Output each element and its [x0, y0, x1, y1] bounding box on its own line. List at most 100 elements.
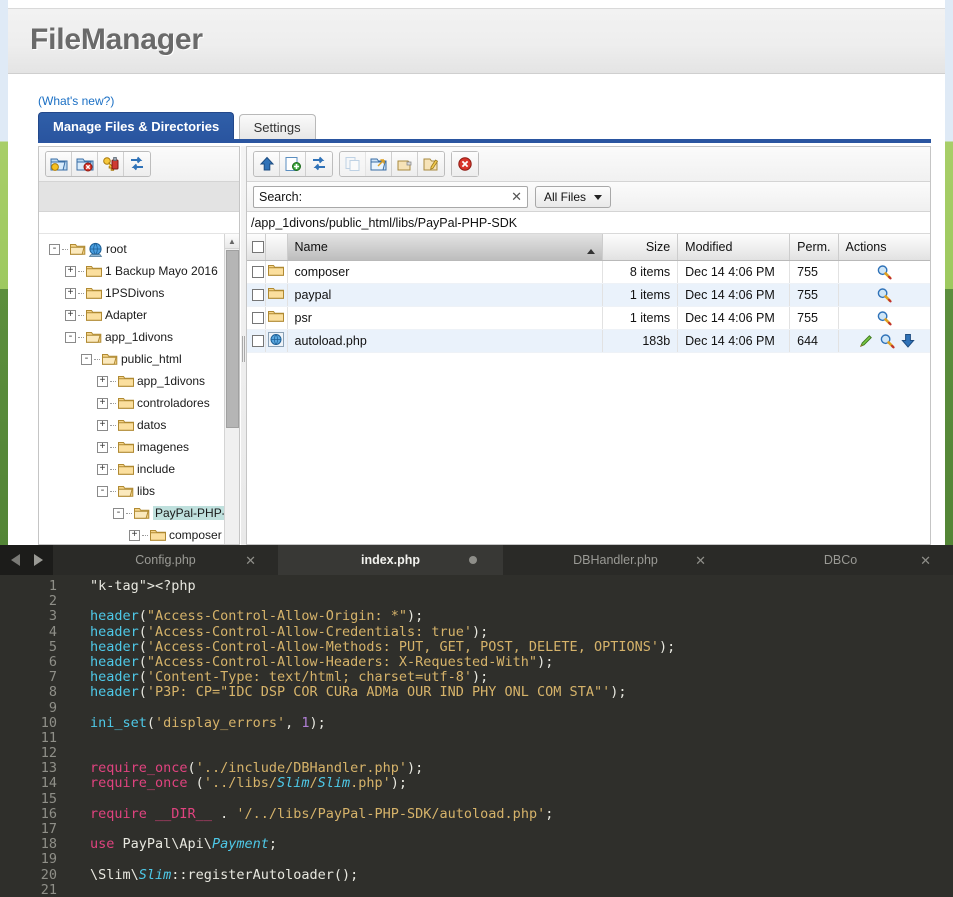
- table-row[interactable]: composer 8 items Dec 14 4:06 PM 755: [247, 260, 930, 284]
- row-permissions[interactable]: 755: [789, 283, 839, 307]
- move-button[interactable]: [366, 152, 392, 176]
- row-name[interactable]: composer: [287, 260, 604, 284]
- permissions-button[interactable]: [98, 152, 124, 176]
- edit-file-button[interactable]: [418, 152, 444, 176]
- panel-splitter-grip[interactable]: [242, 336, 245, 362]
- tree-node-app-1divons[interactable]: + app_1divons: [43, 370, 239, 392]
- row-select-cell[interactable]: [247, 306, 266, 330]
- row-permissions[interactable]: 755: [789, 260, 839, 284]
- row-permissions[interactable]: 644: [789, 329, 839, 353]
- tab-settings[interactable]: Settings: [238, 114, 316, 140]
- tree-node-paypal-php-s[interactable]: - PayPal-PHP-S: [43, 502, 239, 524]
- tree-expand-icon[interactable]: +: [65, 309, 76, 321]
- delete-folder-button[interactable]: [72, 152, 98, 176]
- search-input[interactable]: [306, 186, 507, 207]
- editor-tab-config-php[interactable]: Config.php ✕: [53, 545, 278, 575]
- view-icon[interactable]: [876, 310, 892, 326]
- whats-new-link[interactable]: (What's new?): [38, 94, 114, 108]
- file-filter-dropdown[interactable]: All Files: [535, 185, 612, 208]
- tree-collapse-icon[interactable]: -: [97, 485, 108, 497]
- tree-node-controladores[interactable]: + controladores: [43, 392, 239, 414]
- refresh-icon: [131, 156, 143, 171]
- tree-node-composer[interactable]: + composer: [43, 524, 239, 544]
- filemanager-page: FileManager (What's new?) Manage Files &…: [8, 0, 945, 545]
- row-checkbox[interactable]: [252, 335, 264, 348]
- line-number: 11: [40, 729, 57, 746]
- copy-button[interactable]: [340, 152, 366, 176]
- tab-manage-files[interactable]: Manage Files & Directories: [38, 112, 235, 140]
- tree-node-1psdivons[interactable]: +1PSDivons: [43, 282, 239, 304]
- view-icon[interactable]: [876, 264, 892, 280]
- tree-node-include[interactable]: + include: [43, 458, 239, 480]
- tree-connector: [110, 424, 116, 426]
- tree-scroll-thumb[interactable]: [226, 250, 239, 428]
- download-icon[interactable]: [900, 333, 916, 349]
- new-file-button[interactable]: [280, 152, 306, 176]
- tree-refresh-button[interactable]: [124, 152, 150, 176]
- tree-collapse-icon[interactable]: -: [49, 243, 60, 255]
- delete-folder-icon: [76, 158, 93, 172]
- close-icon[interactable]: ✕: [920, 553, 931, 569]
- rename-button[interactable]: [392, 152, 418, 176]
- tree-collapse-icon[interactable]: -: [65, 331, 76, 343]
- table-row[interactable]: autoload.php 183b Dec 14 4:06 PM 644: [247, 329, 930, 353]
- tree-expand-icon[interactable]: +: [97, 441, 108, 453]
- row-checkbox[interactable]: [252, 312, 264, 325]
- tree-node-datos[interactable]: + datos: [43, 414, 239, 436]
- file-refresh-button[interactable]: [306, 152, 332, 176]
- code-area[interactable]: 1 2 3 4 5 6 7 8 9 10 11 12 13 14 15 16 17 18 19 20 21 "k-tag…: [0, 575, 953, 897]
- tree-expand-icon[interactable]: +: [65, 287, 76, 299]
- row-name[interactable]: psr: [287, 306, 604, 330]
- forward-arrow-icon[interactable]: [33, 554, 43, 566]
- back-arrow-icon[interactable]: [10, 554, 20, 566]
- row-checkbox[interactable]: [252, 266, 264, 279]
- close-icon[interactable]: ✕: [245, 553, 256, 569]
- tree-node-adapter[interactable]: + Adapter: [43, 304, 239, 326]
- tree-collapse-icon[interactable]: -: [113, 507, 124, 519]
- tree-expand-icon[interactable]: +: [97, 397, 108, 409]
- tree-node-imagenes[interactable]: + imagenes: [43, 436, 239, 458]
- column-header-size[interactable]: Size: [602, 234, 679, 261]
- edit-icon[interactable]: [858, 333, 874, 349]
- tree-expand-icon[interactable]: +: [97, 463, 108, 475]
- column-header-modified[interactable]: Modified: [677, 234, 791, 261]
- new-folder-button[interactable]: [46, 152, 72, 176]
- tree-expand-icon[interactable]: +: [65, 265, 76, 277]
- select-all-checkbox[interactable]: [252, 241, 264, 254]
- tree-node-root[interactable]: - root: [43, 238, 239, 260]
- search-clear-icon[interactable]: ✕: [506, 189, 527, 205]
- editor-tab-dbhandler-php[interactable]: DBHandler.php ✕: [503, 545, 728, 575]
- view-icon[interactable]: [879, 333, 895, 349]
- row-checkbox[interactable]: [252, 289, 264, 302]
- tree-expand-icon[interactable]: +: [129, 529, 140, 541]
- tree-node-app-1divons[interactable]: - app_1divons: [43, 326, 239, 348]
- close-icon[interactable]: ✕: [695, 553, 706, 569]
- column-header-name[interactable]: Name: [287, 234, 604, 261]
- tree-scroll-up-icon[interactable]: ▲: [225, 234, 239, 249]
- table-row[interactable]: paypal 1 items Dec 14 4:06 PM 755: [247, 283, 930, 307]
- row-name[interactable]: autoload.php: [287, 329, 604, 353]
- search-box[interactable]: Search: ✕: [253, 185, 528, 208]
- view-icon[interactable]: [876, 287, 892, 303]
- row-name[interactable]: paypal: [287, 283, 604, 307]
- delete-button[interactable]: [452, 152, 478, 176]
- tree-connector: [110, 446, 116, 448]
- up-directory-button[interactable]: [254, 152, 280, 176]
- tree-expand-icon[interactable]: +: [97, 375, 108, 387]
- table-row[interactable]: psr 1 items Dec 14 4:06 PM 755: [247, 306, 930, 330]
- row-select-cell[interactable]: [247, 329, 266, 353]
- tree-node-public-html[interactable]: - public_html: [43, 348, 239, 370]
- editor-tab-dbco[interactable]: DBCo ✕: [728, 545, 953, 575]
- row-permissions[interactable]: 755: [789, 306, 839, 330]
- tree-node-1-backup-mayo-2016[interactable]: +1 Backup Mayo 2016: [43, 260, 239, 282]
- select-all-header[interactable]: [247, 234, 266, 261]
- editor-tab-index-php[interactable]: index.php: [278, 545, 503, 575]
- row-select-cell[interactable]: [247, 260, 266, 284]
- tree-expand-icon[interactable]: +: [97, 419, 108, 431]
- tree-node-libs[interactable]: - libs: [43, 480, 239, 502]
- tree-node-label: composer: [169, 528, 222, 542]
- column-header-perm[interactable]: Perm.: [789, 234, 839, 261]
- row-select-cell[interactable]: [247, 283, 266, 307]
- tree-collapse-icon[interactable]: -: [81, 353, 92, 365]
- tree-scrollbar[interactable]: ▲: [224, 234, 239, 544]
